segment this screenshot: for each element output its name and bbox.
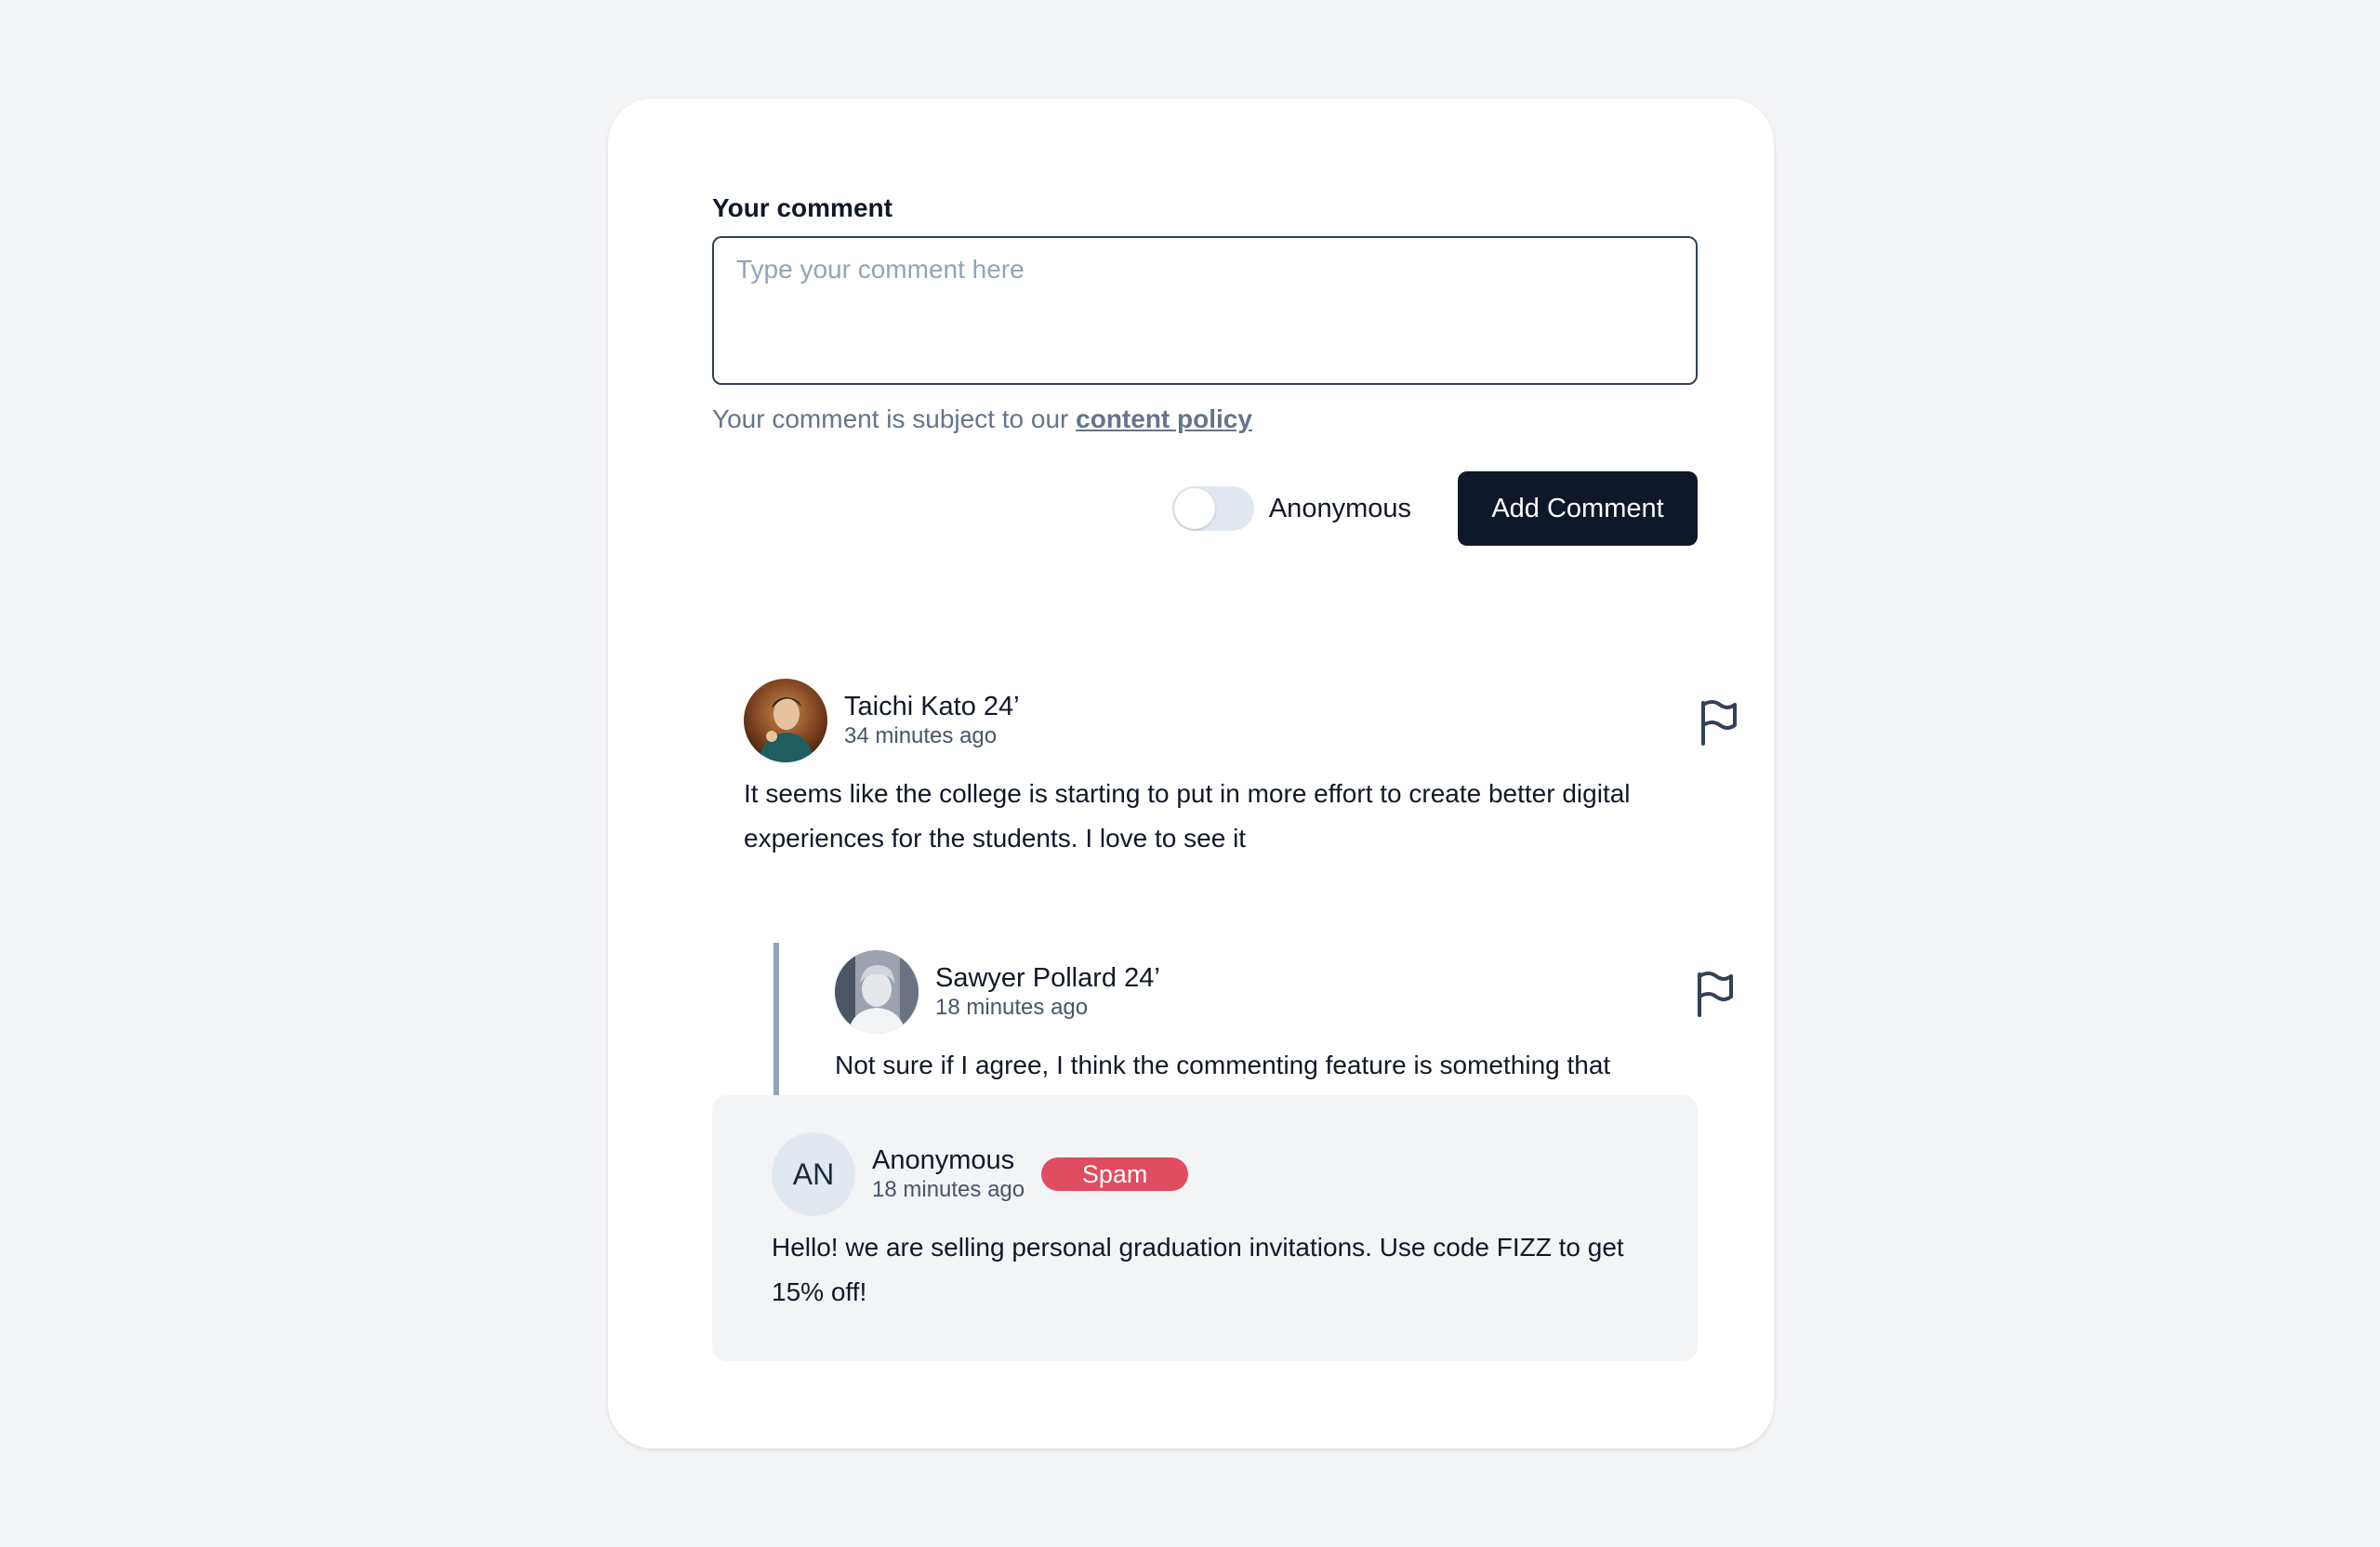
content-policy-link[interactable]: content policy <box>1076 404 1252 433</box>
comment-meta: Anonymous 18 minutes ago <box>872 1144 1025 1204</box>
avatar-initials: AN <box>772 1132 855 1216</box>
spam-badge: Spam <box>1041 1157 1189 1191</box>
avatar-photo-icon <box>744 679 827 762</box>
comment-label: Your comment <box>712 193 892 222</box>
policy-text: Your comment is subject to our <box>712 404 1077 433</box>
comment-form: Your comment Your comment is subject to … <box>712 192 1698 546</box>
flag-icon[interactable] <box>1698 697 1740 746</box>
avatar-photo-icon <box>835 950 919 1034</box>
comment-item: Taichi Kato 24’ 34 minutes ago It seems … <box>744 679 1737 861</box>
anonymous-label: Anonymous <box>1268 493 1411 523</box>
comment-author: Sawyer Pollard 24’ <box>935 963 1160 993</box>
comment-input[interactable] <box>712 236 1698 385</box>
comment-author: Anonymous <box>872 1145 1015 1175</box>
avatar <box>835 950 919 1034</box>
anonymous-toggle[interactable] <box>1171 486 1254 531</box>
comment-meta: Sawyer Pollard 24’ 18 minutes ago <box>935 962 1160 1022</box>
comment-text: It seems like the college is starting to… <box>744 779 1631 853</box>
avatar <box>744 679 827 762</box>
comment-header: AN Anonymous 18 minutes ago Spam <box>772 1132 1664 1216</box>
comment-text: Hello! we are selling personal graduatio… <box>772 1233 1624 1306</box>
comment-header: Taichi Kato 24’ 34 minutes ago <box>744 679 1673 762</box>
comment-time: 34 minutes ago <box>844 723 998 748</box>
flag-icon[interactable] <box>1694 969 1737 1017</box>
comment-item: AN Anonymous 18 minutes ago Spam Hello! … <box>772 1132 1664 1315</box>
comment-time: 18 minutes ago <box>935 995 1089 1020</box>
policy-note: Your comment is subject to our content p… <box>712 401 1698 438</box>
comments-card: Your comment Your comment is subject to … <box>608 99 1774 1448</box>
spam-comment-container: AN Anonymous 18 minutes ago Spam Hello! … <box>712 1095 1698 1361</box>
comment-author: Taichi Kato 24’ <box>844 692 1020 721</box>
toggle-knob <box>1173 488 1215 529</box>
comment-meta: Taichi Kato 24’ 34 minutes ago <box>844 691 1020 750</box>
comment-header: Sawyer Pollard 24’ 18 minutes ago <box>835 950 1672 1034</box>
comment-time: 18 minutes ago <box>872 1177 1025 1202</box>
form-actions: Anonymous Add Comment <box>712 471 1698 546</box>
add-comment-button[interactable]: Add Comment <box>1458 471 1698 546</box>
